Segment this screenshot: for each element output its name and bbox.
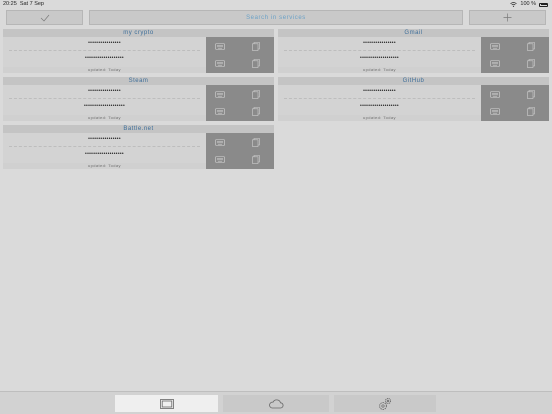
reveal-password-button[interactable] <box>489 58 501 68</box>
updated-label: updated: Today <box>3 115 206 121</box>
password-field[interactable]: ••••••••••••••••••• <box>278 55 481 61</box>
copy-icon <box>527 58 535 68</box>
copy-icon <box>252 41 260 51</box>
keyboard-icon <box>490 107 500 115</box>
service-card[interactable]: GitHub •••••••••••••••• ••••••••••••••••••… <box>278 77 549 121</box>
field-divider <box>9 146 200 147</box>
card-actions <box>481 85 549 121</box>
cloud-icon <box>269 398 284 408</box>
vault-icon <box>159 398 174 409</box>
copy-icon <box>252 154 260 164</box>
tab-bar <box>0 391 552 414</box>
copy-icon <box>527 89 535 99</box>
updated-label: updated: Today <box>278 67 481 73</box>
status-time: 20:25 Sat 7 Sep <box>3 1 44 7</box>
card-actions <box>481 37 549 73</box>
copy-password-button[interactable] <box>250 154 262 164</box>
copy-password-button[interactable] <box>525 41 537 51</box>
service-title: Steam <box>3 77 274 85</box>
service-card[interactable]: Battle.net •••••••••••••••• ••••••••••••••… <box>3 125 274 169</box>
search-services-button[interactable]: Search in services <box>89 10 463 25</box>
keyboard-icon <box>215 107 225 115</box>
keyboard-icon <box>215 138 225 146</box>
copy-icon <box>252 58 260 68</box>
copy-password-button[interactable] <box>250 137 262 147</box>
field-divider <box>9 50 200 51</box>
service-title: Gmail <box>278 29 549 37</box>
reveal-password-button[interactable] <box>489 89 501 99</box>
reveal-password-button[interactable] <box>214 89 226 99</box>
wifi-icon <box>510 2 518 7</box>
password-field[interactable]: •••••••••••••••••••• <box>3 103 206 109</box>
copy-password-button[interactable] <box>250 41 262 51</box>
copy-icon <box>527 41 535 51</box>
service-title: my crypto <box>3 29 274 37</box>
service-title: GitHub <box>278 77 549 85</box>
keyboard-icon <box>490 59 500 67</box>
password-field[interactable]: •••••••••••••••• <box>3 40 206 46</box>
card-actions <box>206 133 274 169</box>
plus-icon <box>503 13 512 22</box>
copy-password-button[interactable] <box>525 58 537 68</box>
updated-label: updated: Today <box>278 115 481 121</box>
updated-label: updated: Today <box>3 163 206 169</box>
keyboard-icon <box>490 90 500 98</box>
service-card[interactable]: my crypto •••••••••••••••• •••••••••••••••… <box>3 29 274 73</box>
reveal-password-button[interactable] <box>214 58 226 68</box>
updated-label: updated: Today <box>3 67 206 73</box>
password-field[interactable]: ••••••••••••••••••• <box>3 151 206 157</box>
copy-password-button[interactable] <box>250 89 262 99</box>
copy-password-button[interactable] <box>525 89 537 99</box>
service-card[interactable]: Steam •••••••••••••••• •••••••••••••••••••… <box>3 77 274 121</box>
card-actions <box>206 37 274 73</box>
password-field[interactable]: ••••••••••••••••••• <box>278 103 481 109</box>
tab-vault[interactable] <box>115 395 218 412</box>
reveal-password-button[interactable] <box>214 154 226 164</box>
keyboard-icon <box>215 90 225 98</box>
keyboard-icon <box>215 59 225 67</box>
copy-icon <box>252 89 260 99</box>
tab-settings[interactable] <box>334 395 436 412</box>
password-field[interactable]: •••••••••••••••• <box>3 136 206 142</box>
copy-icon <box>252 106 260 116</box>
battery-icon <box>539 2 548 7</box>
service-card[interactable]: Gmail •••••••••••••••• •••••••••••••••••••… <box>278 29 549 73</box>
keyboard-icon <box>215 42 225 50</box>
copy-icon <box>527 106 535 116</box>
checkmark-icon <box>40 14 49 22</box>
password-field[interactable]: •••••••••••••••• <box>278 88 481 94</box>
confirm-button[interactable] <box>6 10 83 25</box>
tab-cloud[interactable] <box>223 395 329 412</box>
gear-icon <box>379 397 392 410</box>
keyboard-icon <box>215 155 225 163</box>
reveal-password-button[interactable] <box>214 41 226 51</box>
add-service-button[interactable] <box>469 10 546 25</box>
copy-password-button[interactable] <box>250 106 262 116</box>
field-divider <box>284 50 475 51</box>
copy-icon <box>252 137 260 147</box>
status-right: 100 % <box>510 0 548 9</box>
battery-percent: 100 % <box>520 1 536 7</box>
field-divider <box>9 98 200 99</box>
reveal-password-button[interactable] <box>214 137 226 147</box>
reveal-password-button[interactable] <box>489 41 501 51</box>
card-actions <box>206 85 274 121</box>
copy-password-button[interactable] <box>250 58 262 68</box>
password-field[interactable]: •••••••••••••••• <box>278 40 481 46</box>
copy-password-button[interactable] <box>525 106 537 116</box>
field-divider <box>284 98 475 99</box>
password-field[interactable]: •••••••••••••••• <box>3 88 206 94</box>
keyboard-icon <box>490 42 500 50</box>
reveal-password-button[interactable] <box>489 106 501 116</box>
status-bar: 20:25 Sat 7 Sep 100 % <box>0 0 552 9</box>
reveal-password-button[interactable] <box>214 106 226 116</box>
service-title: Battle.net <box>3 125 274 133</box>
password-field[interactable]: ••••••••••••••••••• <box>3 55 206 61</box>
